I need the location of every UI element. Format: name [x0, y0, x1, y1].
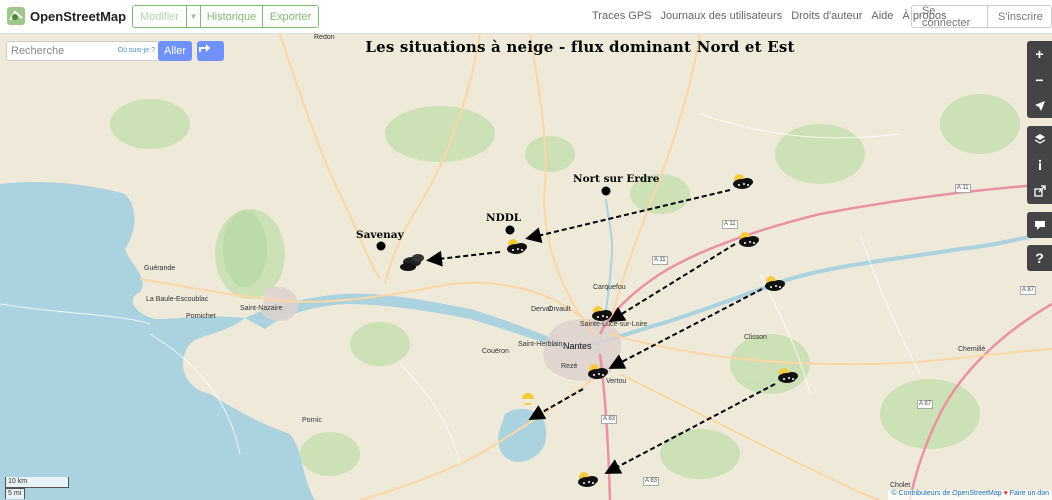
map-key-button[interactable] — [1027, 152, 1052, 178]
loire-river — [574, 230, 1052, 350]
nav-link-aide[interactable]: Aide — [871, 10, 893, 22]
nav-link-traces-gps[interactable]: Traces GPS — [592, 10, 652, 22]
exporter-button[interactable]: Exporter — [263, 6, 318, 27]
locate-button[interactable] — [1027, 93, 1052, 118]
city-label: Rezé — [561, 363, 578, 370]
road-label: A 87 — [1020, 286, 1037, 295]
dark-cloud-icon — [400, 254, 424, 271]
nav-link-journaux[interactable]: Journaux des utilisateurs — [661, 10, 783, 22]
comment-icon — [1034, 221, 1045, 230]
donate-link[interactable]: Faire un don — [1010, 490, 1049, 497]
road-label: A 11 — [955, 184, 971, 193]
flow-arrow-2 — [426, 250, 501, 267]
sun-snow-cloud-icon — [578, 472, 598, 487]
share-icon — [1033, 185, 1046, 197]
label-savenay: Savenay — [356, 229, 404, 241]
map-view[interactable]: Les situations à neige - flux dominant N… — [0, 34, 1052, 500]
city-label: Guérande — [144, 265, 176, 272]
top-header: OpenStreetMap Modifier ▼ Historique Expo… — [0, 0, 1052, 34]
locate-arrow-icon — [1034, 100, 1045, 111]
flow-arrow-1 — [525, 189, 731, 243]
signup-button[interactable]: S'inscrire — [988, 6, 1051, 27]
attribution-credit[interactable]: © Contributeurs de OpenStreetMap — [891, 490, 1001, 497]
share-button[interactable] — [1027, 178, 1052, 204]
city-label: Pornic — [302, 417, 322, 424]
city-label: Nantes — [563, 341, 592, 351]
scale-bar-km: 10 km — [5, 477, 69, 488]
modifier-dropdown-icon[interactable]: ▼ — [187, 6, 201, 27]
edit-button-group: Modifier ▼ Historique Exporter — [132, 5, 319, 28]
nav-link-droits[interactable]: Droits d'auteur — [791, 10, 862, 22]
road-label: A 83 — [601, 415, 618, 424]
road-label: A 87 — [917, 400, 934, 409]
zoom-out-button[interactable]: − — [1027, 67, 1052, 93]
city-label: Derval — [531, 306, 552, 313]
city-label: Cholet — [890, 482, 911, 489]
marker-nddl — [505, 225, 515, 235]
city-label: Orvault — [548, 306, 571, 313]
note-button[interactable] — [1027, 212, 1052, 238]
city-label: Clisson — [744, 334, 767, 341]
scale-bar-mi: 5 mi — [5, 488, 25, 499]
directions-button[interactable] — [197, 41, 224, 61]
sun-snow-cloud-icon — [733, 174, 753, 189]
attribution: © Contributeurs de OpenStreetMap ♥ Faire… — [888, 490, 1052, 500]
sun-snow-cloud-icon — [765, 276, 785, 291]
label-nddl: NDDL — [486, 212, 522, 224]
search-input[interactable]: Recherche Où suis-je ? — [6, 41, 160, 61]
heart-icon: ♥ — [1003, 490, 1008, 497]
historique-button[interactable]: Historique — [201, 6, 263, 27]
search-placeholder: Recherche — [11, 45, 65, 57]
help-button[interactable]: ? — [1027, 245, 1052, 271]
city-label: Vertou — [606, 378, 627, 385]
sun-icon — [520, 393, 536, 405]
sun-snow-cloud-icon — [507, 239, 527, 254]
search-go-button[interactable]: Aller — [158, 41, 192, 61]
city-label: Saint-Herblain — [518, 341, 563, 348]
where-am-i-link[interactable]: Où suis-je ? — [118, 47, 155, 54]
marker-nort-sur-erdre — [601, 186, 611, 196]
brand-name[interactable]: OpenStreetMap — [30, 9, 126, 24]
modifier-button[interactable]: Modifier — [133, 6, 187, 27]
nav-links: Traces GPS Journaux des utilisateurs Dro… — [592, 10, 955, 22]
marker-savenay — [376, 241, 386, 251]
label-nort-sur-erdre: Nort sur Erdre — [573, 173, 660, 185]
city-label: Saint-Nazaire — [240, 305, 283, 312]
directions-icon — [199, 44, 210, 52]
layers-button[interactable] — [1027, 126, 1052, 152]
city-label: La Baule-Escoublac — [146, 296, 209, 303]
zoom-in-button[interactable]: + — [1027, 41, 1052, 67]
city-label: Chemillé — [958, 346, 986, 353]
sun-snow-cloud-icon — [739, 232, 759, 247]
road-label: A 11 — [652, 256, 668, 265]
city-label: Couëron — [482, 348, 509, 355]
login-button[interactable]: Se connecter — [912, 6, 988, 27]
layers-icon — [1034, 134, 1045, 144]
city-label: Carquefou — [593, 284, 626, 291]
road-label: A 83 — [643, 477, 660, 486]
city-label: Sainte-Luce-sur-Loire — [580, 321, 648, 328]
osm-logo-icon[interactable] — [6, 6, 26, 26]
city-label: Pornichet — [186, 313, 216, 320]
road-label: A 11 — [722, 220, 738, 229]
info-icon — [1038, 159, 1041, 170]
auth-buttons: Se connecter S'inscrire — [911, 5, 1052, 28]
